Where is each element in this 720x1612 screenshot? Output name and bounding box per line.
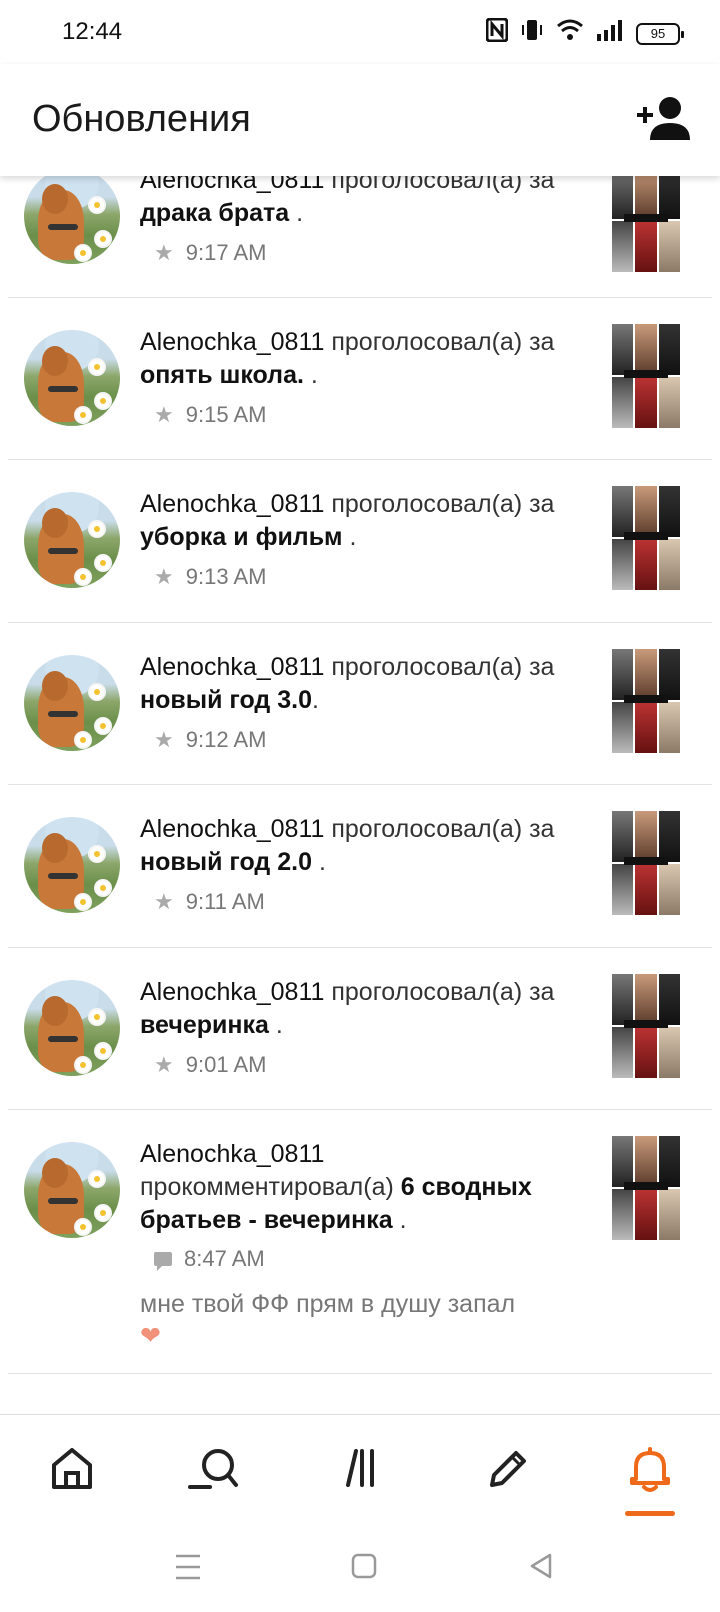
story-link[interactable]: уборка и фильм <box>140 523 343 551</box>
add-friend-button[interactable] <box>634 94 694 144</box>
avatar[interactable] <box>24 655 120 751</box>
nav-notifications-button[interactable] <box>620 1441 680 1497</box>
home-icon <box>52 1448 92 1489</box>
story-link[interactable]: новый год 2.0 <box>140 848 312 876</box>
username-link[interactable]: Alenochka_0811 <box>140 978 324 1006</box>
feed-item[interactable]: Alenochka_0811 проголосовал(а) за уборка… <box>8 460 712 623</box>
active-tab-indicator <box>625 1511 675 1516</box>
nav-library-button[interactable] <box>332 1441 392 1497</box>
username-link[interactable]: Alenochka_0811 <box>140 490 324 518</box>
story-link[interactable]: новый год 3.0 <box>140 686 312 714</box>
feed-item[interactable]: Alenochka_0811 проголосовал(а) за опять … <box>8 298 712 460</box>
nav-search-button[interactable] <box>186 1441 246 1497</box>
system-menu-button[interactable] <box>168 1550 208 1584</box>
feed-item-text: Alenochka_0811 проголосовал(а) за новый … <box>140 815 555 876</box>
timestamp: 9:13 AM <box>185 564 267 589</box>
library-icon <box>346 1449 374 1487</box>
menu-icon <box>176 1554 200 1580</box>
feed-item[interactable]: Alenochka_0811 проголосовал(а) за новый … <box>8 785 712 948</box>
nav-write-button[interactable] <box>478 1441 538 1497</box>
status-bar: 12:44 95 <box>0 0 720 64</box>
timestamp: 9:15 AM <box>185 402 267 427</box>
feed-item-meta: ★ 9:01 AM <box>154 1052 266 1078</box>
avatar[interactable] <box>24 1142 120 1238</box>
feed-item-text: Alenochka_0811 проголосовал(а) за уборка… <box>140 490 555 551</box>
updates-feed: Alenochka_0811 проголосовал(а) за драка … <box>0 176 720 1414</box>
username-link[interactable]: Alenochka_0811 <box>140 1140 324 1168</box>
star-icon: ★ <box>154 889 174 914</box>
story-link[interactable]: опять школа. <box>140 361 304 389</box>
feed-item-meta: ★ 9:13 AM <box>154 564 266 590</box>
feed-item-text: Alenochka_0811 проголосовал(а) за драка … <box>140 176 580 230</box>
back-icon <box>530 1553 552 1579</box>
avatar[interactable] <box>24 330 120 426</box>
search-icon <box>188 1449 238 1489</box>
feed-item-text: Alenochka_0811 проголосовал(а) за опять … <box>140 328 555 389</box>
feed-item-meta: 8:47 AM <box>154 1246 265 1272</box>
star-icon: ★ <box>154 1052 174 1077</box>
story-cover[interactable] <box>612 324 680 428</box>
avatar[interactable] <box>24 492 120 588</box>
battery-icon: 95 <box>636 23 684 45</box>
feed-item-meta: ★ 9:12 AM <box>154 727 266 753</box>
wifi-icon <box>556 18 584 50</box>
username-link[interactable]: Alenochka_0811 <box>140 328 324 356</box>
feed-item[interactable]: Alenochka_0811 прокомментировал(а) 6 сво… <box>8 1110 712 1374</box>
feed-item-meta: ★ 9:11 AM <box>154 889 265 915</box>
avatar[interactable] <box>24 176 120 264</box>
add-person-icon <box>637 97 690 140</box>
nfc-icon <box>485 17 509 50</box>
avatar[interactable] <box>24 817 120 913</box>
story-link[interactable]: вечеринка <box>140 1011 269 1039</box>
timestamp: 9:12 AM <box>185 727 267 752</box>
star-icon: ★ <box>154 727 174 752</box>
story-link[interactable]: драка брата <box>140 199 289 227</box>
story-cover[interactable] <box>612 486 680 590</box>
feed-item-text: Alenochka_0811 проголосовал(а) за вечери… <box>140 978 555 1039</box>
feed-item-meta: ★ 9:15 AM <box>154 402 266 428</box>
system-navigation <box>0 1524 720 1612</box>
home-square-icon <box>351 1553 377 1579</box>
story-cover[interactable] <box>612 974 680 1078</box>
username-link[interactable]: Alenochka_0811 <box>140 176 324 194</box>
status-icons: 95 <box>485 17 684 50</box>
nav-home-button[interactable] <box>42 1441 102 1497</box>
system-back-button[interactable] <box>522 1550 562 1584</box>
star-icon: ★ <box>154 240 174 265</box>
timestamp: 9:17 AM <box>185 240 267 265</box>
status-time: 12:44 <box>62 18 123 45</box>
feed-item-text: Alenochka_0811 проголосовал(а) за новый … <box>140 653 555 714</box>
story-cover[interactable] <box>612 811 680 915</box>
write-icon <box>490 1451 526 1487</box>
page-title: Обновления <box>32 98 251 140</box>
story-cover[interactable] <box>612 1136 680 1240</box>
timestamp: 9:01 AM <box>185 1052 267 1077</box>
notifications-icon <box>630 1447 670 1492</box>
vibrate-icon <box>520 18 544 50</box>
comment-text: мне твой ФФ прям в душу запал ❤ <box>140 1290 516 1350</box>
timestamp: 9:11 AM <box>185 889 265 914</box>
feed-item[interactable]: Alenochka_0811 проголосовал(а) за новый … <box>8 623 712 785</box>
avatar[interactable] <box>24 980 120 1076</box>
app-header: Обновления <box>0 64 720 176</box>
feed-item-meta: ★ 9:17 AM <box>154 240 266 266</box>
comment-icon <box>154 1252 172 1271</box>
timestamp: 8:47 AM <box>184 1246 265 1271</box>
feed-item[interactable]: Alenochka_0811 проголосовал(а) за драка … <box>8 176 712 298</box>
story-cover[interactable] <box>612 649 680 753</box>
star-icon: ★ <box>154 564 174 589</box>
star-icon: ★ <box>154 402 174 427</box>
username-link[interactable]: Alenochka_0811 <box>140 653 324 681</box>
username-link[interactable]: Alenochka_0811 <box>140 815 324 843</box>
bottom-navigation <box>0 1414 720 1524</box>
story-cover[interactable] <box>612 176 680 272</box>
feed-item[interactable]: Alenochka_0811 проголосовал(а) за вечери… <box>8 948 712 1110</box>
heart-emoji: ❤ <box>140 1322 161 1350</box>
system-home-button[interactable] <box>344 1550 384 1584</box>
signal-icon <box>596 19 624 49</box>
feed-item-text: Alenochka_0811 прокомментировал(а) 6 сво… <box>140 1140 532 1234</box>
